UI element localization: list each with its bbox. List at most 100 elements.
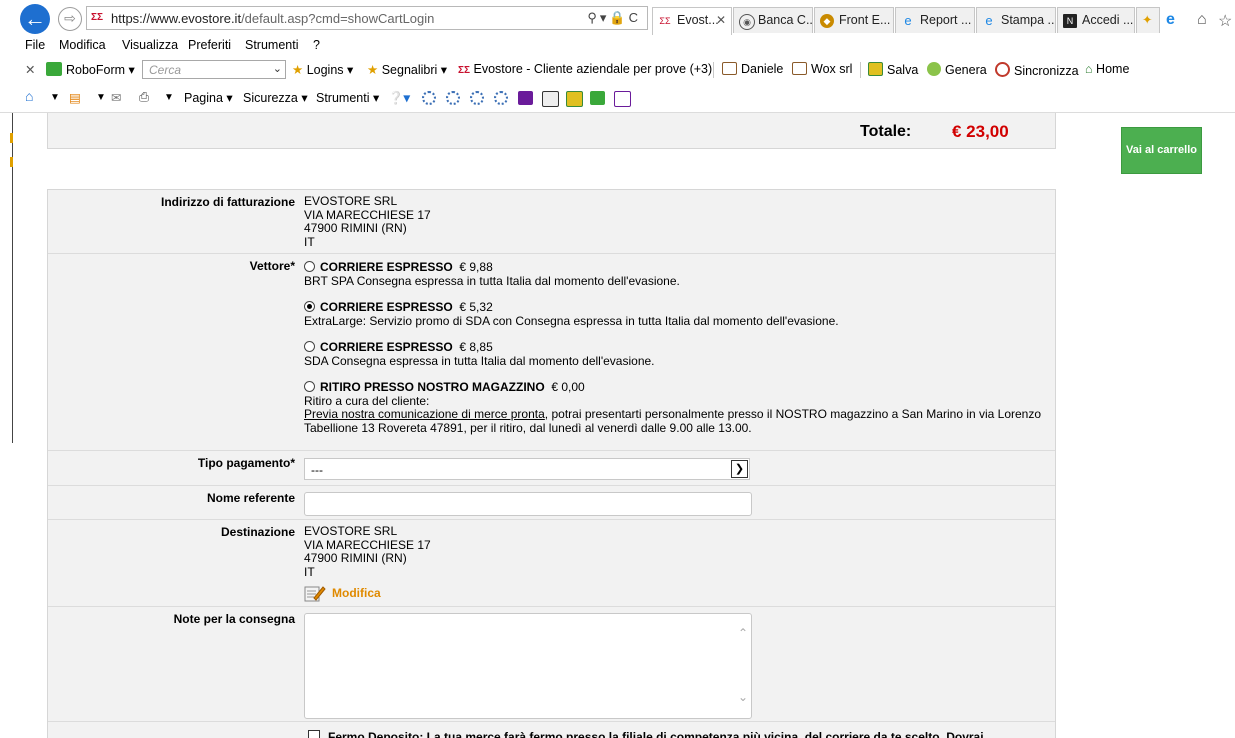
scroll-up-icon[interactable]: ⌃ <box>738 626 748 640</box>
wox-label: Wox srl <box>811 62 853 76</box>
navigation-row: ← ⇨ ΣΣ https://www.evostore.it/default.a… <box>0 3 1235 35</box>
evostore-favorite[interactable]: ΣΣ Evostore - Cliente aziendale per prov… <box>458 62 712 76</box>
carrier-radio-selected[interactable] <box>304 301 315 312</box>
pagina-menu[interactable]: Pagina ▾ <box>184 90 233 105</box>
tab-evostore[interactable]: ΣΣ Evost... ✕ <box>652 7 732 35</box>
roboform-icon[interactable] <box>590 91 605 105</box>
onenote-icon[interactable] <box>614 91 631 107</box>
gear-icon[interactable] <box>470 91 484 105</box>
generate-icon <box>927 62 941 76</box>
forward-button[interactable]: ⇨ <box>58 7 82 31</box>
chevron-down-icon[interactable]: ⌄ <box>273 62 282 75</box>
scroll-down-icon[interactable]: ⌄ <box>738 690 748 704</box>
roboform-menu[interactable]: RoboForm ▾ <box>46 62 135 77</box>
close-tab-icon[interactable]: ✕ <box>716 13 726 27</box>
tab-banca[interactable]: ◉ Banca C... <box>733 7 813 33</box>
go-to-cart-button[interactable]: Vai al carrello <box>1121 127 1202 174</box>
new-tab-button[interactable]: ✦ <box>1136 7 1160 33</box>
carrier-radio[interactable] <box>304 381 315 392</box>
pickup-text: Tabellione 13 Rovereta 47891, per il rit… <box>304 420 752 435</box>
save-icon <box>868 62 883 76</box>
carrier-radio[interactable] <box>304 341 315 352</box>
tab-label: Accedi ... <box>1082 13 1134 27</box>
address-line: IT <box>304 564 315 579</box>
rss-feed-icon[interactable]: ▤ <box>69 90 81 105</box>
help-icon[interactable]: ❔▾ <box>388 90 410 106</box>
mail-icon[interactable]: ✉ <box>111 90 121 105</box>
checkout-form: Indirizzo di fatturazione EVOSTORE SRL V… <box>47 189 1056 738</box>
delivery-notes-textarea[interactable]: ⌃ ⌄ <box>304 613 752 719</box>
chevron-down-icon[interactable]: ❯ <box>731 460 748 478</box>
home-icon: ⌂ <box>1085 62 1093 76</box>
carrier-row: Vettore* CORRIERE ESPRESSO € 9,88 BRT SP… <box>48 254 1055 451</box>
carrier-option-1[interactable]: CORRIERE ESPRESSO € 9,88 BRT SPA Consegn… <box>304 260 680 288</box>
tab-front[interactable]: ◆ Front E... <box>814 7 894 33</box>
carrier-radio[interactable] <box>304 261 315 272</box>
tab-label: Stampa ... <box>1001 13 1056 27</box>
tab-stampa[interactable]: e Stampa ... <box>976 7 1056 33</box>
search-lock-refresh-icon[interactable]: ⚲▾🔒C <box>587 10 641 26</box>
menu-visualizza[interactable]: Visualizza <box>122 38 178 52</box>
print-icon[interactable]: ⎙ <box>139 90 149 105</box>
menu-modifica[interactable]: Modifica <box>59 38 106 52</box>
home-favorite[interactable]: ⌂ Home <box>1085 62 1129 76</box>
roboform-icon <box>46 62 62 76</box>
wox-favorite[interactable]: Wox srl <box>792 62 852 76</box>
strumenti-menu[interactable]: Strumenti ▾ <box>316 90 379 105</box>
genera-label: Genera <box>945 63 987 77</box>
daniele-favorite[interactable]: Daniele <box>722 62 783 76</box>
identity-icon <box>722 62 737 75</box>
address-bar[interactable]: ΣΣ https://www.evostore.it/default.asp?c… <box>86 6 648 30</box>
fermo-deposito-row: Fermo Deposito: La tua merce farà fermo … <box>48 722 1055 738</box>
payment-label: Tipo pagamento* <box>197 456 295 470</box>
keyboard-icon[interactable] <box>542 91 559 107</box>
fermo-deposito-option[interactable]: Fermo Deposito: La tua merce farà fermo … <box>308 730 984 738</box>
tab-accedi[interactable]: N Accedi ... <box>1057 7 1135 33</box>
carrier-label: Vettore* <box>249 259 295 273</box>
command-bar: ⌂ ▼ ▤ ▼ ✉ ⎙ ▼ Pagina ▾ Sicurezza ▾ Strum… <box>0 86 1235 110</box>
menu-strumenti[interactable]: Strumenti <box>245 38 299 52</box>
carrier-option-3[interactable]: CORRIERE ESPRESSO € 8,85 SDA Consegna es… <box>304 340 655 368</box>
menu-preferiti[interactable]: Preferiti <box>188 38 231 52</box>
home-icon[interactable]: ⌂ <box>1197 11 1207 29</box>
save-icon[interactable] <box>566 91 583 107</box>
fermo-deposito-checkbox[interactable] <box>308 730 320 738</box>
salva-button[interactable]: Salva <box>868 62 918 77</box>
gear-icon[interactable] <box>422 91 436 105</box>
sincronizza-button[interactable]: Sincronizza <box>995 62 1079 78</box>
carrier-price: € 9,88 <box>459 260 493 274</box>
menu-file[interactable]: File <box>25 38 45 52</box>
search-input[interactable]: Cerca ⌄ <box>142 60 286 79</box>
chevron-down-icon[interactable]: ▼ <box>50 92 60 103</box>
carrier-option-2[interactable]: CORRIERE ESPRESSO € 5,32 ExtraLarge: Ser… <box>304 300 839 328</box>
back-button[interactable]: ← <box>20 4 50 34</box>
carrier-price: € 0,00 <box>551 380 585 394</box>
tab-report[interactable]: e Report ... <box>895 7 975 33</box>
chevron-down-icon[interactable]: ▼ <box>96 92 106 103</box>
onenote-icon[interactable] <box>518 91 533 105</box>
pickup-notice-link[interactable]: Previa nostra comunicazione di merce pro… <box>304 407 545 421</box>
referent-input[interactable] <box>304 492 752 516</box>
chevron-down-icon[interactable]: ▼ <box>164 92 174 103</box>
sicurezza-menu[interactable]: Sicurezza ▾ <box>243 90 308 105</box>
edit-destination-link[interactable]: Modifica <box>304 584 381 602</box>
segnalibri-menu[interactable]: ★ Segnalibri ▾ <box>367 62 447 77</box>
evostore-favorite-label: Evostore - Cliente aziendale per prove (… <box>473 62 713 76</box>
payment-select[interactable]: --- ❯ <box>304 458 750 480</box>
home-icon[interactable]: ⌂ <box>25 88 33 104</box>
gear-icon[interactable] <box>446 91 460 105</box>
carrier-option-4[interactable]: RITIRO PRESSO NOSTRO MAGAZZINO € 0,00 Ri… <box>304 380 1041 435</box>
menu-help[interactable]: ? <box>313 38 320 52</box>
destination-label: Destinazione <box>220 525 295 539</box>
billing-address: EVOSTORE SRL VIA MARECCHIESE 17 47900 RI… <box>304 194 431 249</box>
close-toolbar-icon[interactable]: ✕ <box>25 62 35 77</box>
edit-pencil-icon <box>304 584 326 602</box>
payment-selected-value: --- <box>311 463 323 477</box>
favorites-star-icon[interactable]: ☆ <box>1218 11 1232 31</box>
sync-icon <box>995 62 1010 77</box>
menu-bar: File Modifica Visualizza Preferiti Strum… <box>0 36 1235 56</box>
favorites-bar: ✕ RoboForm ▾ Cerca ⌄ ★ Logins ▾ ★ Segnali… <box>0 58 1235 82</box>
gear-icon[interactable] <box>494 91 508 105</box>
genera-button[interactable]: Genera <box>927 62 987 77</box>
logins-menu[interactable]: ★ Logins ▾ <box>292 62 353 77</box>
